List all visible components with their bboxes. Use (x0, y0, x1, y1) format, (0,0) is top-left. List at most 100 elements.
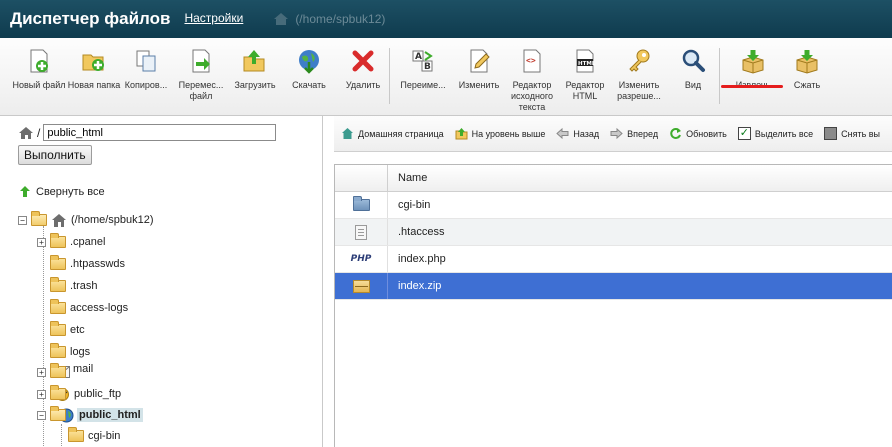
tree-item-label: .cpanel (70, 236, 106, 248)
path-input[interactable] (43, 124, 277, 141)
home-icon[interactable] (18, 126, 34, 140)
file-name: index.php (398, 253, 446, 265)
html-editor-icon: HTML (576, 49, 596, 73)
zip-archive-icon (352, 279, 370, 293)
tree-item-logs[interactable]: logs (50, 342, 90, 362)
select-all-label: Выделить все (754, 128, 814, 139)
go-button[interactable]: Выполнить (18, 145, 92, 165)
back-button[interactable]: Назад (556, 127, 599, 140)
new-folder-label: Новая папка (67, 80, 121, 90)
collapse-all-icon (20, 186, 30, 197)
tree-item-label: .trash (70, 280, 98, 292)
select-all-checkbox[interactable]: ✓ (737, 127, 751, 140)
compress-icon (796, 50, 818, 74)
copy-label: Копиров... (124, 80, 168, 90)
code-editor-button[interactable]: <> Редактор исходного текста (504, 48, 560, 113)
tree-root-label: (/home/spbuk12) (71, 214, 154, 226)
folder-icon (50, 363, 66, 378)
permissions-button[interactable]: Изменить разреше... (611, 48, 667, 102)
up-level-icon (455, 128, 468, 140)
file-row-cgi-bin[interactable]: cgi-bin (335, 192, 892, 219)
forward-button[interactable]: Вперед (610, 127, 658, 140)
folder-icon (50, 255, 66, 270)
top-header: Диспетчер файлов Настройки (/home/spbuk1… (0, 0, 892, 38)
file-name: cgi-bin (398, 199, 431, 211)
tree-item-mail[interactable]: + mail (37, 362, 93, 382)
file-icon-cell (335, 273, 388, 299)
code-editor-label: Редактор исходного текста (510, 80, 554, 112)
collapse-toggle[interactable]: − (37, 410, 46, 420)
tree-item-label: access-logs (70, 302, 129, 314)
home-page-button[interactable]: Домашняя страница (341, 127, 444, 140)
tree-item-public-ftp[interactable]: + public_ftp (37, 384, 121, 404)
svg-text:<>: <> (526, 56, 536, 65)
folder-icon (50, 385, 66, 400)
home-icon (52, 213, 66, 227)
unselect-all-button[interactable]: Снять вы (824, 127, 880, 140)
select-all-button[interactable]: ✓ Выделить все (737, 127, 814, 140)
settings-link[interactable]: Настройки (184, 11, 243, 25)
tree-item-cpanel[interactable]: + .cpanel (37, 232, 105, 252)
copy-button[interactable]: Копиров... (118, 48, 174, 91)
rename-button[interactable]: AB Переиме... (395, 48, 451, 91)
refresh-button[interactable]: Обновить (669, 127, 727, 140)
unselect-all-label: Снять вы (841, 128, 881, 139)
file-row-index-zip[interactable]: index.zip (335, 273, 892, 300)
tree-item-label: mail (73, 362, 94, 375)
download-icon (299, 50, 319, 74)
extract-highlight-underline (721, 85, 783, 88)
html-editor-button[interactable]: HTML Редактор HTML (557, 48, 613, 102)
tree-root[interactable]: − (/home/spbuk12) (18, 210, 154, 230)
toolbar-separator (389, 48, 390, 104)
expand-toggle[interactable]: + (37, 237, 46, 247)
download-button[interactable]: Скачать (281, 48, 337, 91)
unselect-all-checkbox[interactable] (824, 127, 838, 140)
folder-open-icon (50, 406, 66, 421)
tree-item-label: etc (70, 324, 85, 336)
svg-text:B: B (424, 62, 431, 72)
new-file-button[interactable]: Новый файл (11, 48, 67, 91)
tree-item-cgi-bin[interactable]: cgi-bin (68, 426, 120, 446)
expand-toggle[interactable]: + (37, 389, 46, 399)
download-label: Скачать (292, 80, 326, 90)
file-row-htaccess[interactable]: .htaccess (335, 219, 892, 246)
file-icon-cell (335, 192, 388, 218)
up-level-button[interactable]: На уровень выше (455, 127, 545, 140)
upload-button[interactable]: Загрузить (227, 48, 283, 91)
folder-icon (50, 233, 66, 248)
navigation-bar: Домашняя страница На уровень выше Назад … (334, 116, 892, 152)
back-label: Назад (573, 128, 600, 139)
new-folder-button[interactable]: Новая папка (66, 48, 122, 91)
delete-button[interactable]: Удалить (335, 48, 391, 91)
tree-item-etc[interactable]: etc (50, 320, 85, 340)
tree-item-public-html[interactable]: − public_html (37, 405, 143, 425)
compress-button[interactable]: Сжать (779, 48, 835, 91)
delete-icon (352, 50, 374, 72)
folder-icon (50, 321, 66, 336)
move-file-button[interactable]: Перемес... файл (173, 48, 229, 102)
edit-icon (470, 49, 490, 73)
back-arrow-icon (556, 127, 569, 140)
file-row-index-php[interactable]: PHP index.php (335, 246, 892, 273)
rename-icon: AB (412, 50, 433, 72)
expand-toggle[interactable]: + (37, 367, 46, 377)
tree-item-trash[interactable]: .trash (50, 276, 98, 296)
tree-item-label: public_ftp (74, 388, 122, 400)
name-column-header[interactable]: Name (388, 165, 892, 191)
collapse-all-link[interactable]: Свернуть все (18, 185, 105, 198)
html-editor-label: Редактор HTML (565, 80, 605, 101)
tree-item-access-logs[interactable]: access-logs (50, 298, 128, 318)
extract-icon (742, 50, 764, 74)
compress-label: Сжать (793, 80, 821, 90)
move-file-icon (192, 49, 210, 73)
folder-icon (352, 196, 370, 211)
edit-button[interactable]: Изменить (451, 48, 507, 91)
rename-label: Переиме... (400, 80, 446, 90)
refresh-label: Обновить (686, 128, 727, 139)
file-list-header: Name (335, 165, 892, 192)
file-icon-cell (335, 219, 388, 245)
collapse-toggle[interactable]: − (18, 215, 27, 225)
forward-arrow-icon (610, 127, 623, 140)
view-button[interactable]: Вид (665, 48, 721, 91)
tree-item-htpasswds[interactable]: .htpasswds (50, 254, 125, 274)
